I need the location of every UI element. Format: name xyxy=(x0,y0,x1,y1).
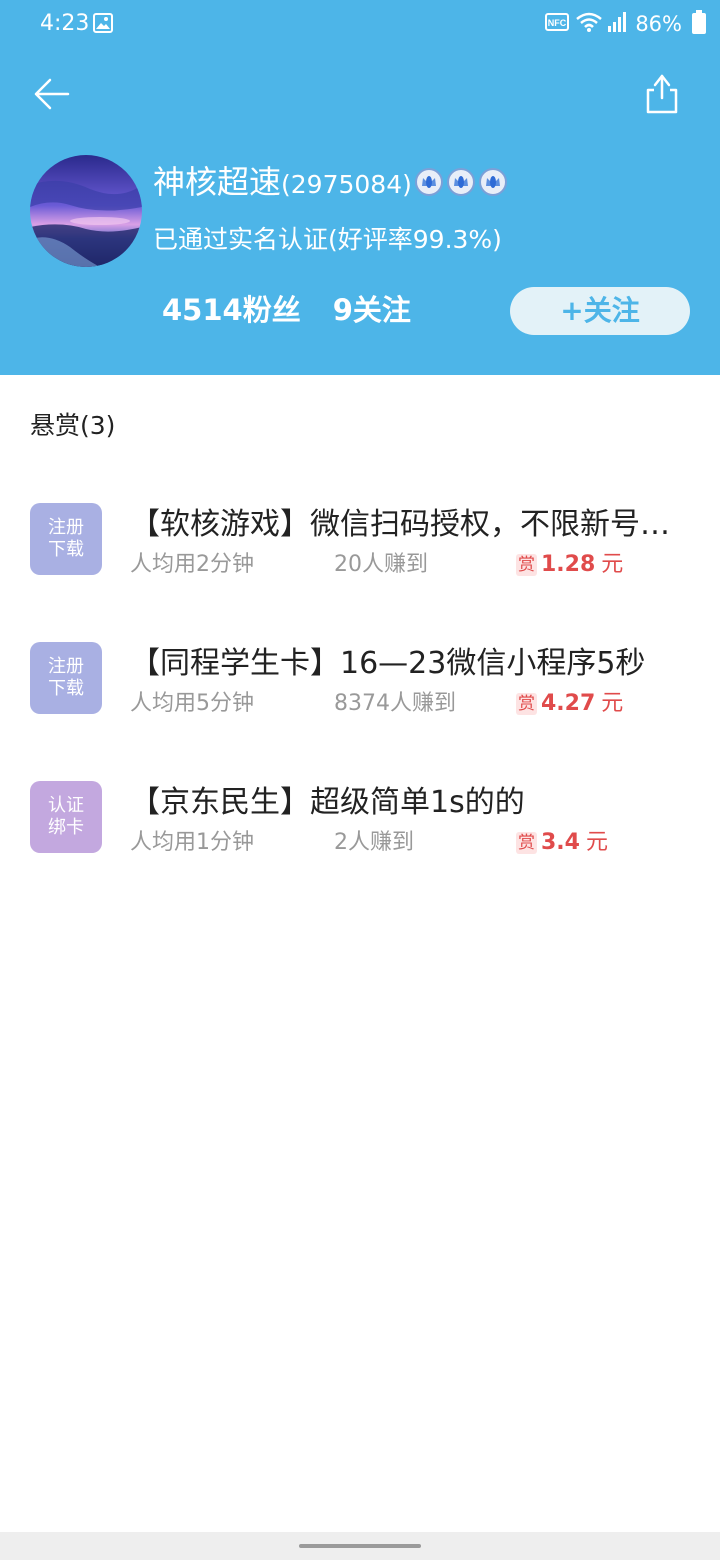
task-avg-time: 人均用1分钟 xyxy=(130,830,254,855)
nfc-icon: NFC xyxy=(545,13,570,35)
wifi-icon xyxy=(575,11,603,37)
profile-name: 神核超速 xyxy=(153,163,282,201)
task-reward: 赏 1.28 元 xyxy=(516,547,623,583)
task-reward: 赏 4.27 元 xyxy=(516,686,623,722)
crown-icon xyxy=(446,167,476,201)
task-title: 【同程学生卡】16—23微信小程序5秒 xyxy=(130,646,646,681)
task-title: 【京东民生】超级简单1s的的 xyxy=(130,785,525,820)
profile-id: (2975084) xyxy=(281,170,412,199)
verification-status: 已通过实名认证(好评率99.3%) xyxy=(153,225,502,254)
followers-stat[interactable]: 4514 粉丝 xyxy=(162,288,301,332)
task-earned-count: 8374人赚到 xyxy=(334,691,456,716)
gallery-icon xyxy=(93,13,113,37)
task-item[interactable]: 认证 绑卡 【京东民生】超级简单1s的的 人均用1分钟 2人赚到 赏 3.4 元 xyxy=(0,763,720,902)
stats-row: 4514 粉丝 9 关注 xyxy=(162,288,411,332)
back-button[interactable] xyxy=(28,70,76,118)
task-item[interactable]: 注册 下载 【软核游戏】微信扫码授权，不限新号老号 人均用2分钟 20人赚到 赏… xyxy=(0,485,720,624)
battery-icon xyxy=(692,10,706,38)
svg-text:NFC: NFC xyxy=(548,18,567,28)
task-type-badge: 注册 下载 xyxy=(30,642,102,714)
task-type-badge: 认证 绑卡 xyxy=(30,781,102,853)
badge-line: 下载 xyxy=(48,539,84,560)
following-count: 9 xyxy=(332,293,353,327)
following-label: 关注 xyxy=(352,293,411,327)
reward-amount: 3.4 xyxy=(541,830,580,855)
reward-unit: 元 xyxy=(601,552,624,577)
status-bar: 4:23 NFC 86% xyxy=(0,0,720,48)
battery-percentage: 86% xyxy=(635,12,682,36)
share-icon xyxy=(638,74,686,122)
followers-label: 粉丝 xyxy=(242,293,301,327)
reward-tag: 赏 xyxy=(516,693,537,715)
reward-amount: 4.27 xyxy=(541,691,596,716)
task-type-badge: 注册 下载 xyxy=(30,503,102,575)
badge-line: 认证 xyxy=(48,795,84,816)
task-title: 【软核游戏】微信扫码授权，不限新号老号 xyxy=(130,507,670,542)
profile-name-row: 神核超速 (2975084) xyxy=(153,158,510,206)
avatar[interactable] xyxy=(30,155,142,267)
status-time: 4:23 xyxy=(40,11,90,36)
followers-count: 4514 xyxy=(162,293,243,327)
status-icons: NFC 86% xyxy=(545,10,706,38)
badge-line: 注册 xyxy=(48,517,84,538)
following-stat[interactable]: 9 关注 xyxy=(333,288,411,332)
crown-badges xyxy=(414,167,510,201)
task-earned-count: 20人赚到 xyxy=(334,552,428,577)
reward-tag: 赏 xyxy=(516,832,537,854)
system-navigation-bar xyxy=(0,1532,720,1560)
share-button[interactable] xyxy=(638,70,686,118)
badge-line: 下载 xyxy=(48,678,84,699)
reward-unit: 元 xyxy=(601,691,624,716)
home-indicator[interactable] xyxy=(299,1544,421,1548)
task-reward: 赏 3.4 元 xyxy=(516,825,608,861)
follow-button[interactable]: +关注 xyxy=(510,287,690,335)
task-list: 注册 下载 【软核游戏】微信扫码授权，不限新号老号 人均用2分钟 20人赚到 赏… xyxy=(0,485,720,902)
reward-unit: 元 xyxy=(585,830,608,855)
task-avg-time: 人均用5分钟 xyxy=(130,691,254,716)
profile-header: 4:23 NFC 86% 神核超速 (2975084) 已通过实名认证(好评率9… xyxy=(0,0,720,375)
task-avg-time: 人均用2分钟 xyxy=(130,552,254,577)
badge-line: 绑卡 xyxy=(48,817,84,838)
section-title: 悬赏(3) xyxy=(30,411,116,440)
crown-icon xyxy=(414,167,444,201)
signal-icon xyxy=(607,11,629,37)
arrow-left-icon xyxy=(28,78,76,122)
task-earned-count: 2人赚到 xyxy=(334,830,414,855)
reward-amount: 1.28 xyxy=(541,552,596,577)
badge-line: 注册 xyxy=(48,656,84,677)
reward-tag: 赏 xyxy=(516,554,537,576)
crown-icon xyxy=(478,167,508,201)
task-item[interactable]: 注册 下载 【同程学生卡】16—23微信小程序5秒 人均用5分钟 8374人赚到… xyxy=(0,624,720,763)
